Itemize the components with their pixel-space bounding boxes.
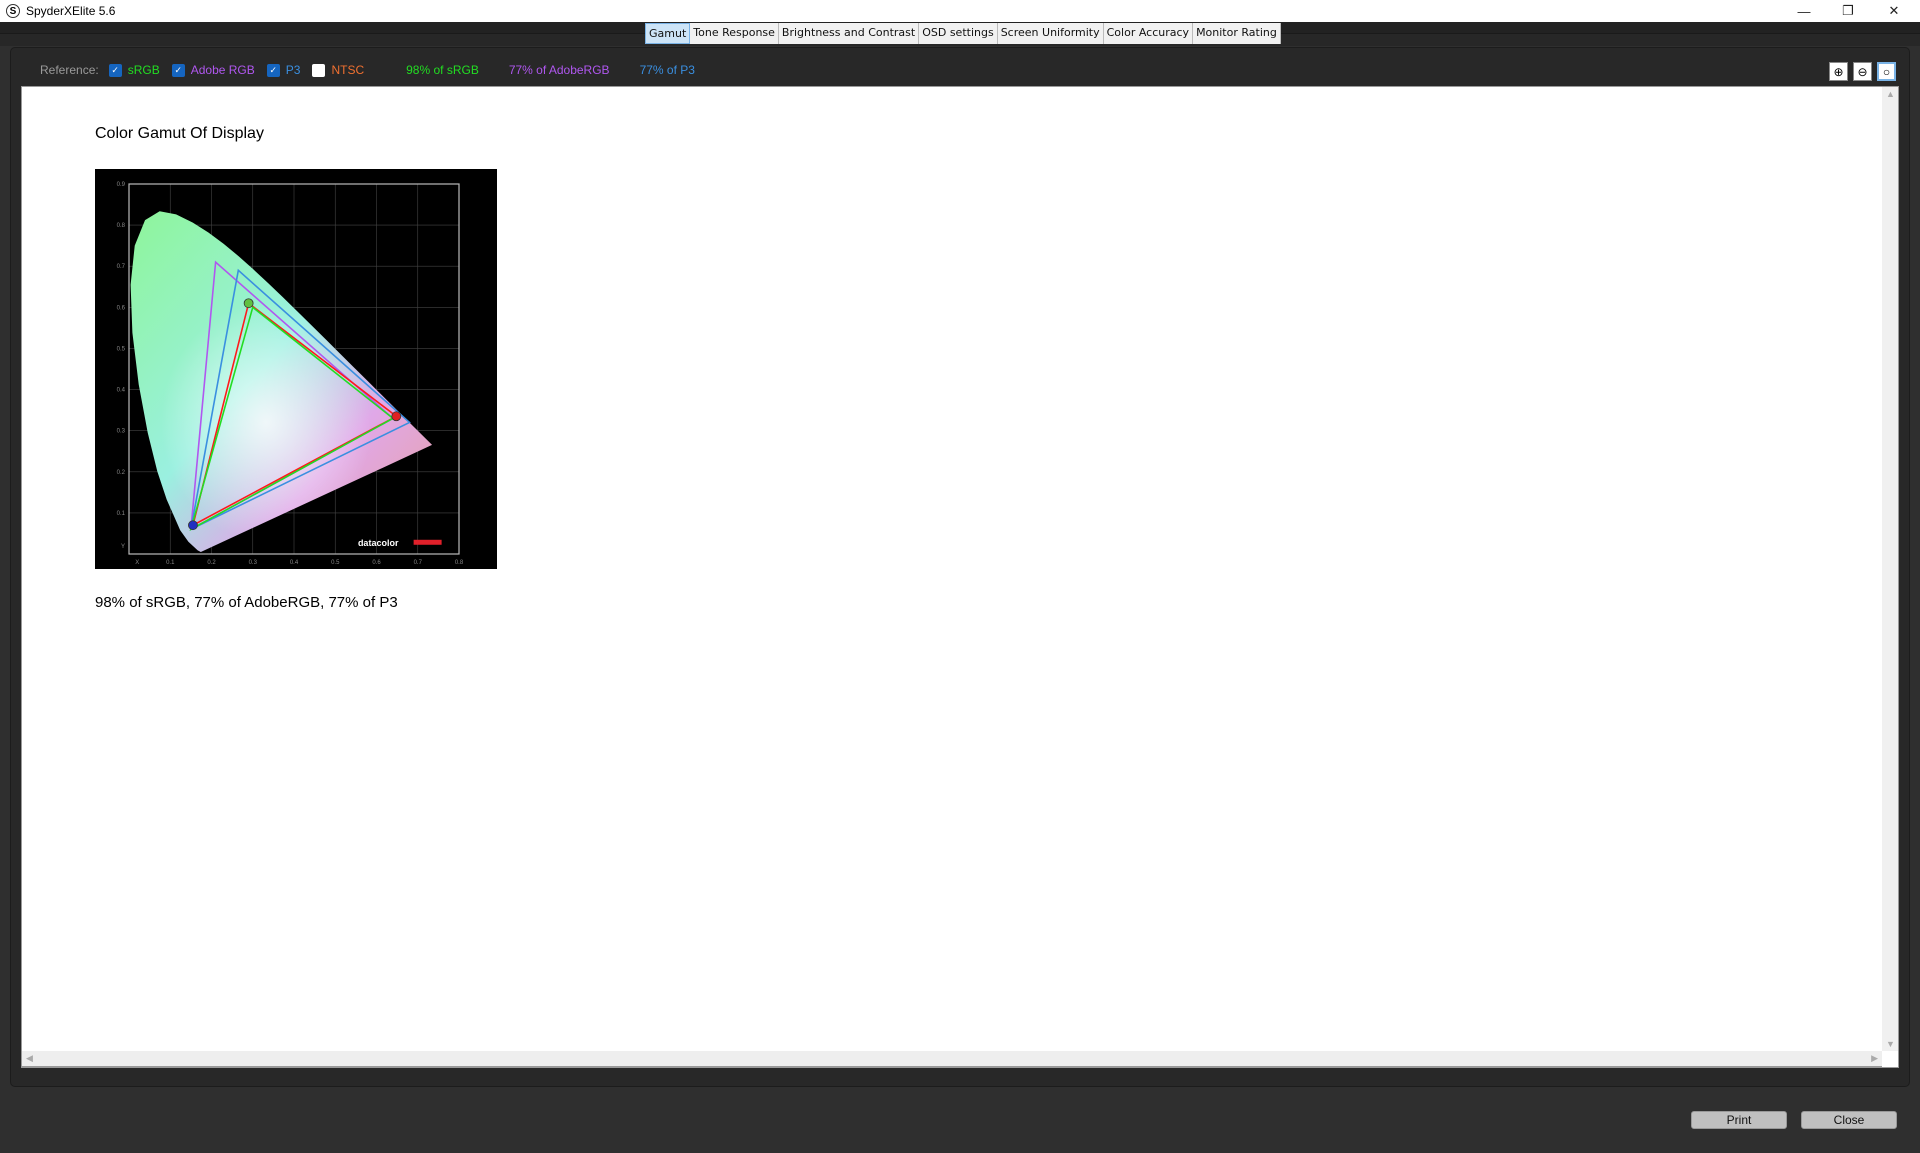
- x-tick-label: 0.7: [414, 560, 423, 566]
- stat-srgb: 98% of sRGB: [406, 63, 479, 77]
- primary-point: [391, 411, 402, 422]
- page-title: Color Gamut Of Display: [95, 125, 264, 142]
- x-tick-label: 0.8: [455, 560, 464, 566]
- reference-row: Reference: ✓ sRGB ✓ Adobe RGB ✓ P3 NTSC 98%…: [40, 62, 695, 78]
- checkbox-ntsc[interactable]: [312, 63, 326, 77]
- y-axis-label: Y: [121, 544, 125, 550]
- zoom-tools: ⊕ ⊖ ○: [1829, 62, 1896, 81]
- tab-brightness-contrast[interactable]: Brightness and Contrast: [778, 23, 920, 44]
- horizontal-scrollbar[interactable]: ◀ ▶: [22, 1051, 1882, 1067]
- x-tick-label: 0.3: [249, 560, 258, 566]
- adobe-rgb-label: Adobe RGB: [190, 63, 255, 77]
- x-axis-label: X: [135, 560, 139, 566]
- y-tick-label: 0.3: [117, 429, 126, 435]
- gamut-chart-svg: 0.1 0.2 0.3 0.4 0.5 0.6 0.7 0.8 0.1 0.2 0.3 0.4 0.5 0…: [117, 182, 464, 566]
- y-tick-label: 0.2: [117, 470, 126, 476]
- reference-srgb[interactable]: ✓ sRGB: [108, 63, 160, 77]
- y-tick-label: 0.4: [117, 388, 126, 394]
- x-tick-label: 0.2: [207, 560, 216, 566]
- x-tick-label: 0.6: [372, 560, 381, 566]
- title-bar: S SpyderXElite 5.6 — ❐ ✕: [0, 0, 1920, 22]
- primary-point: [188, 520, 198, 531]
- x-tick-label: 0.1: [166, 560, 175, 566]
- srgb-label: sRGB: [127, 63, 160, 77]
- minimize-button[interactable]: —: [1782, 0, 1826, 22]
- tab-screen-uniformity[interactable]: Screen Uniformity: [997, 23, 1104, 44]
- checkbox-adobe-rgb[interactable]: ✓: [171, 63, 185, 77]
- checkbox-p3[interactable]: ✓: [266, 63, 280, 77]
- gamut-chart: 0.1 0.2 0.3 0.4 0.5 0.6 0.7 0.8 0.1 0.2 0.3 0.4 0.5 0…: [95, 169, 497, 569]
- zoom-in-icon[interactable]: ⊕: [1829, 62, 1848, 81]
- tab-tone-response[interactable]: Tone Response: [690, 23, 779, 44]
- reference-p3[interactable]: ✓ P3: [266, 63, 301, 77]
- y-tick-label: 0.6: [117, 305, 126, 311]
- checkbox-srgb[interactable]: ✓: [108, 63, 122, 77]
- close-button[interactable]: Close: [1801, 1111, 1897, 1129]
- reference-label: Reference:: [40, 63, 99, 77]
- y-tick-label: 0.7: [117, 264, 126, 270]
- white-point-glow: [130, 211, 433, 552]
- close-window-button[interactable]: ✕: [1872, 0, 1916, 22]
- scroll-left-icon[interactable]: ◀: [26, 1053, 33, 1064]
- tab-color-accuracy[interactable]: Color Accuracy: [1103, 23, 1194, 44]
- window-title: SpyderXElite 5.6: [26, 4, 116, 18]
- x-tick-label: 0.4: [290, 560, 299, 566]
- stat-adobe: 77% of AdobeRGB: [508, 63, 610, 77]
- primary-point: [243, 298, 254, 309]
- scroll-up-icon[interactable]: ▲: [1886, 89, 1895, 99]
- datacolor-logo-bar: [413, 539, 442, 545]
- gamut-caption: 98% of sRGB, 77% of AdobeRGB, 77% of P3: [95, 594, 398, 611]
- scroll-down-icon[interactable]: ▼: [1886, 1039, 1895, 1049]
- y-tick-label: 0.8: [117, 223, 126, 229]
- x-tick-label: 0.5: [331, 560, 340, 566]
- tab-osd-settings[interactable]: OSD settings: [919, 23, 998, 44]
- vertical-scrollbar[interactable]: ▲ ▼: [1882, 87, 1898, 1051]
- ntsc-label: NTSC: [331, 63, 365, 77]
- y-tick-label: 0.5: [117, 346, 126, 352]
- tab-monitor-rating[interactable]: Monitor Rating: [1193, 23, 1281, 44]
- reference-ntsc[interactable]: NTSC: [312, 63, 364, 77]
- p3-label: P3: [285, 63, 301, 77]
- y-tick-label: 0.1: [117, 511, 126, 517]
- scroll-right-icon[interactable]: ▶: [1871, 1053, 1878, 1064]
- zoom-fit-icon[interactable]: ○: [1877, 62, 1896, 81]
- tab-bar: Gamut Tone Response Brightness and Contr…: [645, 23, 1281, 44]
- zoom-out-icon[interactable]: ⊖: [1853, 62, 1872, 81]
- report-view: Color Gamut Of Display 0.1 0.2 0.3 0.4 0.5 0.…: [21, 86, 1899, 1068]
- stat-p3: 77% of P3: [639, 63, 695, 77]
- app-icon: S: [6, 4, 20, 18]
- y-tick-label: 0.9: [117, 182, 126, 188]
- tab-gamut[interactable]: Gamut: [645, 23, 691, 44]
- print-button[interactable]: Print: [1691, 1111, 1787, 1129]
- restore-button[interactable]: ❐: [1826, 0, 1870, 22]
- reference-adobe-rgb[interactable]: ✓ Adobe RGB: [171, 63, 255, 77]
- datacolor-logo: datacolor: [358, 538, 399, 548]
